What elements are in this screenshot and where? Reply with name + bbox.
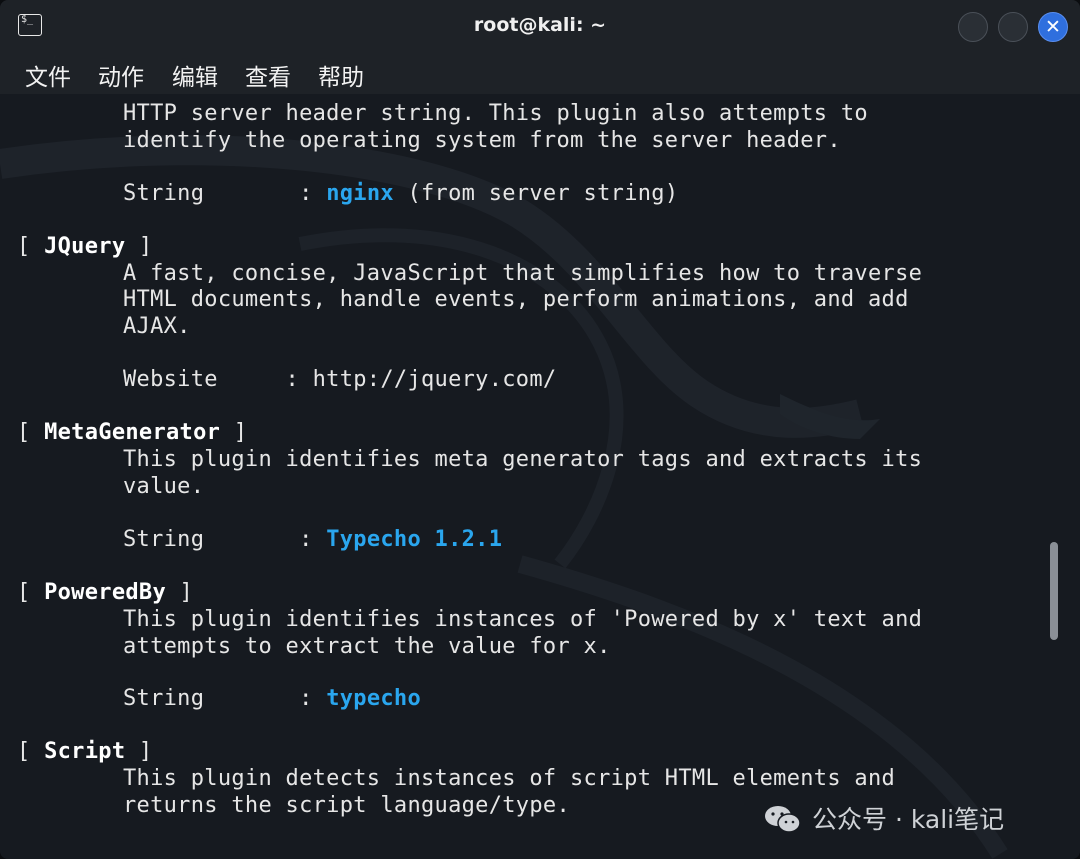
vertical-scrollbar[interactable] <box>1050 542 1058 640</box>
menu-actions[interactable]: 动作 <box>98 58 144 92</box>
jquery-desc-line-3: AJAX. <box>123 314 191 339</box>
close-button[interactable]: ✕ <box>1038 12 1068 42</box>
script-desc-line-1: This plugin detects instances of script … <box>123 766 896 791</box>
menu-edit[interactable]: 编辑 <box>172 58 218 92</box>
terminal-output[interactable]: HTTP server header string. This plugin a… <box>0 94 1080 859</box>
close-icon: ✕ <box>1045 16 1061 38</box>
plugin-header-script: [ Script ] <box>17 739 153 764</box>
jquery-desc-line-2: HTML documents, handle events, perform a… <box>123 287 909 312</box>
powered-string-line: String : typecho <box>123 686 422 711</box>
menu-bar: 文件 动作 编辑 查看 帮助 <box>0 54 1080 94</box>
terminal-window: $_ root@kali: ~ ✕ 文件 动作 编辑 查看 帮助 HTTP se… <box>0 0 1080 859</box>
script-desc-line-2: returns the script language/type. <box>123 793 570 818</box>
http-string-line: String : nginx (from server string) <box>123 181 679 206</box>
http-desc-line-2: identify the operating system from the s… <box>123 128 841 153</box>
maximize-button[interactable] <box>998 12 1028 42</box>
meta-string-line: String : Typecho 1.2.1 <box>123 527 503 552</box>
powered-desc-line-2: attempts to extract the value for x. <box>123 634 611 659</box>
http-desc-line-1: HTTP server header string. This plugin a… <box>123 101 868 126</box>
window-title: root@kali: ~ <box>473 14 607 36</box>
meta-string-value: Typecho 1.2.1 <box>326 527 503 552</box>
menu-view[interactable]: 查看 <box>245 58 291 92</box>
powered-string-value: typecho <box>326 686 422 711</box>
plugin-header-jquery: [ JQuery ] <box>17 234 153 259</box>
jquery-website-line: Website : http://jquery.com/ <box>123 367 557 392</box>
http-string-value: nginx <box>326 181 394 206</box>
meta-desc-line-1: This plugin identifies meta generator ta… <box>123 447 923 472</box>
wechat-icon <box>765 806 801 833</box>
minimize-button[interactable] <box>958 12 988 42</box>
watermark-text: 公众号 · kali笔记 <box>812 805 1005 834</box>
powered-desc-line-1: This plugin identifies instances of 'Pow… <box>123 607 923 632</box>
meta-desc-line-2: value. <box>123 474 205 499</box>
menu-help[interactable]: 帮助 <box>318 58 364 92</box>
jquery-desc-line-1: A fast, concise, JavaScript that simplif… <box>123 261 923 286</box>
plugin-header-poweredby: [ PoweredBy ] <box>17 580 194 605</box>
menu-file[interactable]: 文件 <box>25 58 71 92</box>
title-bar[interactable]: $_ root@kali: ~ ✕ <box>0 0 1080 54</box>
plugin-header-metagenerator: [ MetaGenerator ] <box>17 420 248 445</box>
